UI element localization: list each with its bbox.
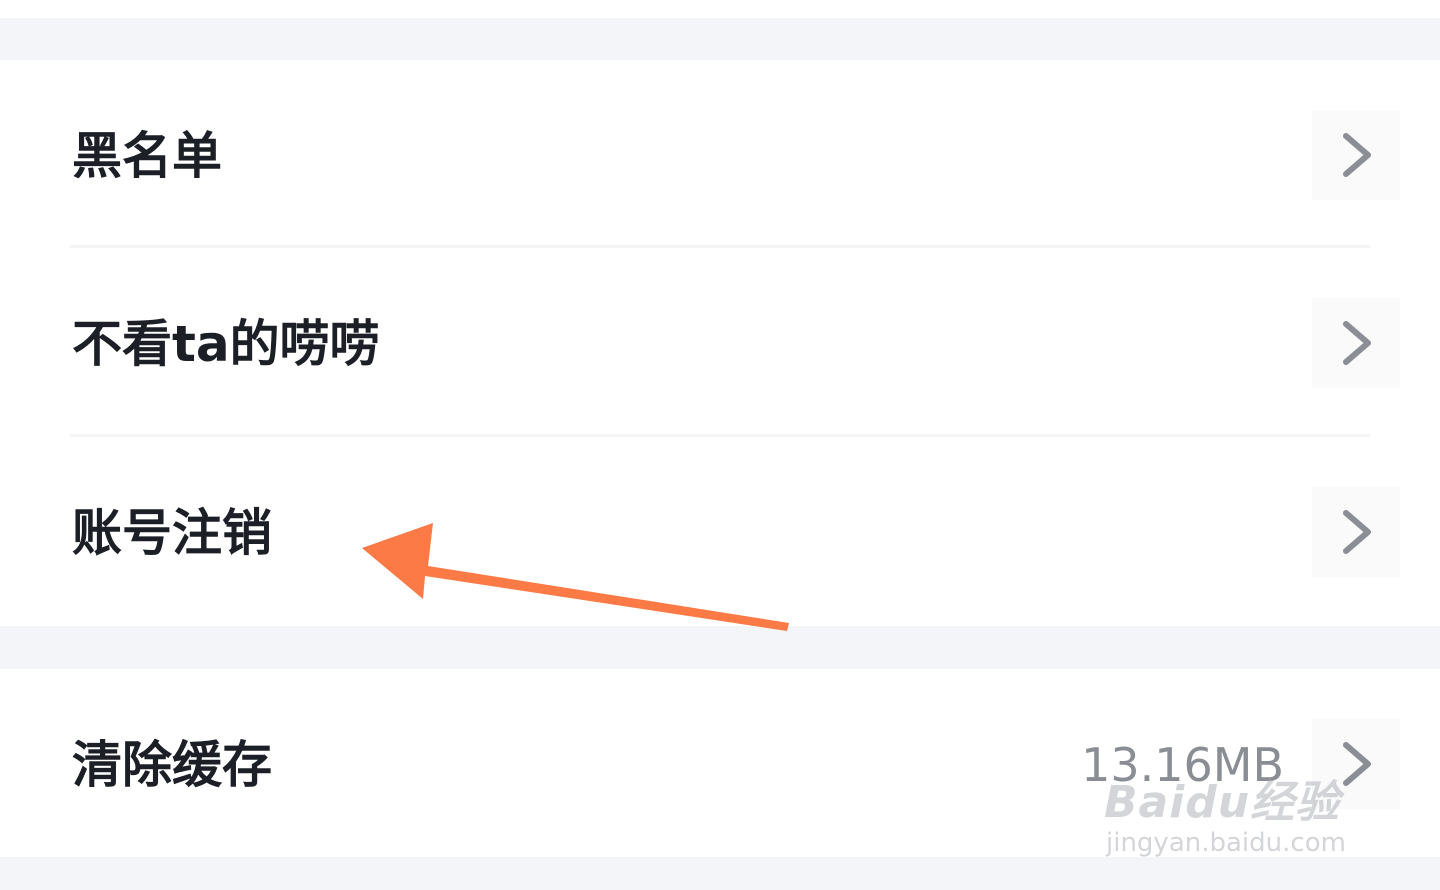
settings-row-clear-cache[interactable]: 清除缓存 13.16MB [0, 669, 1440, 857]
settings-group-storage: 清除缓存 13.16MB [0, 669, 1440, 857]
hide-posts-chevron-icon [1312, 298, 1400, 388]
blacklist-label: 黑名单 [72, 127, 222, 185]
blacklist-chevron-icon [1312, 110, 1400, 200]
settings-row-hide-posts[interactable]: 不看ta的唠唠 [0, 248, 1440, 437]
settings-group-primary: 黑名单 不看ta的唠唠 账号注销 [0, 60, 1440, 626]
account-cancel-label: 账号注销 [72, 504, 272, 562]
settings-row-account-cancel[interactable]: 账号注销 [0, 437, 1440, 626]
clear-cache-label: 清除缓存 [72, 736, 272, 794]
settings-row-blacklist[interactable]: 黑名单 [0, 60, 1440, 248]
cache-size-value: 13.16MB [1081, 738, 1284, 792]
clear-cache-chevron-icon [1312, 719, 1400, 809]
account-cancel-chevron-icon [1312, 487, 1400, 577]
top-section-edge [0, 0, 1440, 18]
hide-posts-label: 不看ta的唠唠 [72, 315, 380, 373]
